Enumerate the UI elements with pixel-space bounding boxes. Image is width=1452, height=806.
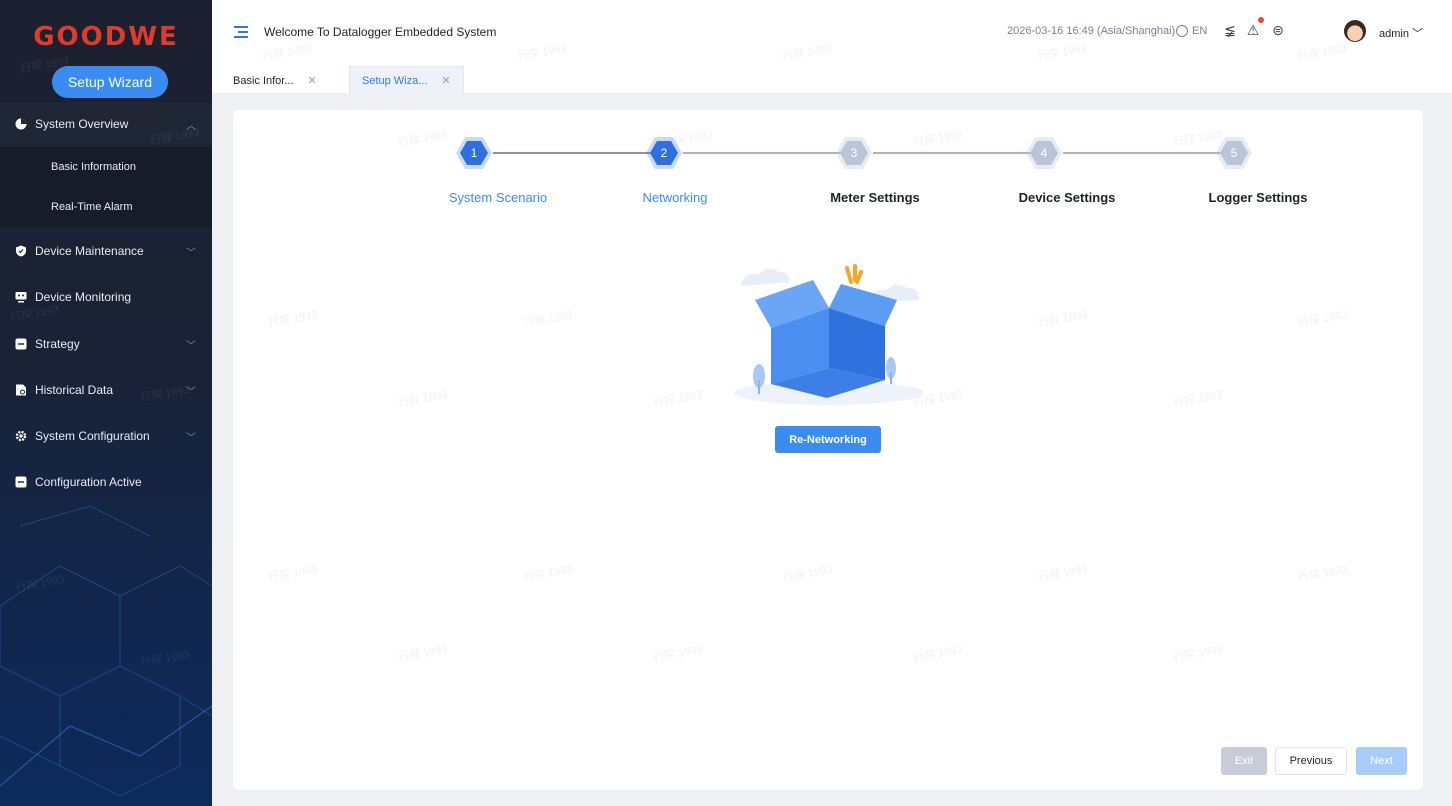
- step-connector: [493, 152, 663, 154]
- watermark: 行探 1993: [397, 388, 449, 410]
- watermark: 行探 1993: [397, 128, 449, 150]
- sidebar-item-historical-data[interactable]: Historical Data ﹀: [0, 368, 212, 412]
- step-connector: [1063, 152, 1233, 154]
- empty-box-illustration: [734, 264, 924, 405]
- menu-toggle-icon[interactable]: [234, 26, 248, 38]
- avatar[interactable]: [1344, 20, 1366, 42]
- check-list-icon[interactable]: ≨: [1222, 22, 1238, 38]
- step-connector: [683, 152, 843, 154]
- watermark: 行探 1993: [1297, 308, 1349, 330]
- sidebar-item-label: Real-Time Alarm: [51, 201, 133, 213]
- previous-button[interactable]: Previous: [1275, 747, 1347, 775]
- watermark: 行探 1993: [1037, 563, 1089, 585]
- watermark: 行探 1993: [912, 128, 964, 150]
- chevron-up-icon: ︿: [186, 120, 196, 132]
- chevron-down-icon: ﹀: [186, 386, 196, 398]
- history-icon: [14, 384, 27, 397]
- step-label-meter-settings: Meter Settings: [830, 190, 920, 205]
- step-number: 4: [1040, 146, 1048, 160]
- tab-label: Basic Infor...: [233, 74, 294, 87]
- chevron-down-icon: ﹀: [186, 432, 196, 444]
- setup-wizard-button[interactable]: Setup Wizard: [52, 66, 168, 98]
- sidebar-item-label: Historical Data: [35, 383, 114, 397]
- tab-basic-information[interactable]: Basic Infor... ✕: [220, 66, 330, 94]
- sidebar-item-label: Strategy: [35, 337, 80, 351]
- sidebar-item-label: Basic Information: [51, 161, 136, 173]
- watermark: 行探 1993: [522, 308, 574, 330]
- watermark: 行探 1993: [1172, 388, 1224, 410]
- step-1-marker: 1: [455, 135, 493, 171]
- chevron-down-icon: ﹀: [186, 340, 196, 352]
- next-button[interactable]: Next: [1356, 747, 1407, 775]
- alarm-icon[interactable]: ⚠: [1245, 22, 1261, 38]
- hex-background-decoration: [0, 505, 212, 797]
- sidebar-item-system-configuration[interactable]: System Configuration ﹀: [0, 414, 212, 458]
- sidebar-item-strategy[interactable]: Strategy ﹀: [0, 322, 212, 366]
- user-menu[interactable]: admin ﹀: [1379, 25, 1423, 41]
- app-title: Welcome To Datalogger Embedded System: [264, 25, 497, 39]
- step-2-marker: 2: [645, 135, 683, 171]
- chevron-down-icon: ﹀: [1408, 28, 1424, 40]
- watermark: 行探 1993: [652, 388, 704, 410]
- header: Welcome To Datalogger Embedded System 20…: [212, 0, 1452, 63]
- re-networking-button[interactable]: Re-Networking: [775, 426, 881, 453]
- watermark: 行探 1993: [267, 563, 319, 585]
- pie-chart-icon: [14, 118, 27, 131]
- step-label-system-scenario: System Scenario: [448, 190, 548, 205]
- sidebar-item-system-overview[interactable]: System Overview ︿: [0, 102, 212, 146]
- step-label-device-settings: Device Settings: [1018, 190, 1116, 205]
- watermark: 行探 1993: [652, 643, 704, 665]
- language-switcher[interactable]: EN: [1176, 25, 1207, 37]
- watermark: 行探 1993: [1172, 643, 1224, 665]
- sidebar-item-label: Device Maintenance: [35, 244, 144, 258]
- tab-bar: Basic Infor... ✕ Setup Wiza... ✕: [212, 60, 1452, 94]
- alarm-badge: [1258, 17, 1264, 23]
- language-label: EN: [1192, 25, 1208, 37]
- config-icon: [14, 476, 27, 489]
- sidebar-item-configuration-active[interactable]: Configuration Active: [0, 460, 212, 504]
- close-icon[interactable]: ✕: [441, 74, 450, 87]
- sidebar-item-device-monitoring[interactable]: Device Monitoring: [0, 275, 212, 319]
- watermark: 行探 1993: [397, 643, 449, 665]
- step-number: 1: [470, 146, 478, 160]
- username: admin: [1379, 28, 1409, 40]
- sidebar-subitem-basic-information[interactable]: Basic Information: [0, 147, 212, 187]
- step-4-marker: 4: [1025, 135, 1063, 171]
- exit-button[interactable]: Exit: [1221, 747, 1267, 775]
- sidebar-item-label: System Configuration: [35, 429, 150, 443]
- setup-wizard-panel: 1 2 3 4 5 System Scenario Networking Met…: [233, 110, 1423, 790]
- strategy-icon: [14, 338, 27, 351]
- globe-icon: [1176, 25, 1188, 37]
- sidebar: GOODWE Setup Wizard System Overview ︿ Ba…: [0, 0, 212, 806]
- message-icon[interactable]: ⊜: [1270, 22, 1286, 38]
- watermark: 行探 1993: [1297, 563, 1349, 585]
- step-number: 3: [850, 146, 858, 160]
- close-icon[interactable]: ✕: [308, 74, 317, 87]
- step-3-marker: 3: [835, 135, 873, 171]
- chevron-down-icon: ﹀: [186, 247, 196, 259]
- monitor-icon: [14, 291, 27, 304]
- step-5-marker: 5: [1215, 135, 1253, 171]
- shield-icon: [14, 245, 27, 258]
- sidebar-item-device-maintenance[interactable]: Device Maintenance ﹀: [0, 229, 212, 273]
- watermark: 行探 1993: [522, 563, 574, 585]
- watermark: 行探 1993: [267, 308, 319, 330]
- sidebar-item-label: Configuration Active: [35, 475, 142, 489]
- watermark: 行探 1993: [912, 643, 964, 665]
- step-label-networking: Networking: [642, 190, 708, 205]
- tab-setup-wizard[interactable]: Setup Wiza... ✕: [349, 66, 464, 94]
- sidebar-item-label: Device Monitoring: [35, 290, 132, 304]
- datetime: 2026-03-16 16:49 (Asia/Shanghai): [1007, 25, 1176, 37]
- tab-label: Setup Wiza...: [362, 74, 428, 87]
- sidebar-subitem-real-time-alarm[interactable]: Real-Time Alarm: [0, 187, 212, 227]
- step-number: 2: [660, 146, 668, 160]
- watermark: 行探 1993: [782, 563, 834, 585]
- step-connector: [873, 152, 1043, 154]
- step-number: 5: [1230, 146, 1238, 160]
- watermark: 行探 1993: [1037, 308, 1089, 330]
- step-label-logger-settings: Logger Settings: [1208, 190, 1308, 205]
- sidebar-item-label: System Overview: [35, 117, 129, 131]
- goodwe-logo: GOODWE: [33, 22, 179, 52]
- gear-icon: [14, 430, 27, 443]
